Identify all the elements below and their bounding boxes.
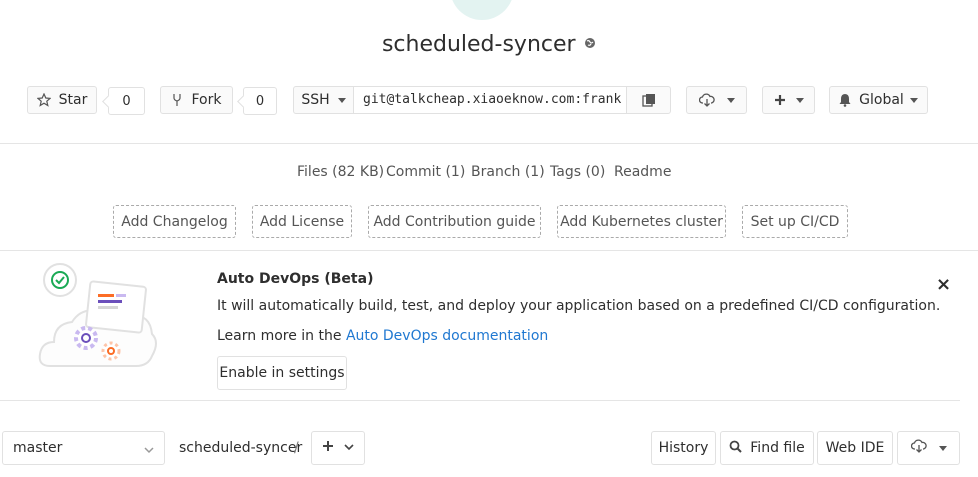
fork-button[interactable]: Fork [160, 86, 233, 114]
globe-icon [584, 37, 596, 53]
plus-icon [774, 94, 786, 106]
add-changelog-button[interactable]: Add Changelog [113, 205, 236, 238]
clone-url-input[interactable]: git@talkcheap.xiaoeknow.com:frank [353, 86, 627, 114]
add-kubernetes-cluster-button[interactable]: Add Kubernetes cluster [557, 205, 726, 238]
autodevops-illustration [36, 262, 161, 378]
history-label: History [658, 440, 709, 456]
breadcrumb-separator: / [294, 440, 299, 456]
setup-cicd-button[interactable]: Set up CI/CD [742, 205, 848, 238]
project-title: scheduled-syncer [381, 32, 576, 57]
notification-label: Global [859, 92, 904, 108]
divider [0, 250, 978, 251]
search-icon [729, 440, 742, 457]
add-kubernetes-label: Add Kubernetes cluster [560, 213, 723, 230]
branch-select[interactable]: master [2, 431, 165, 465]
plus-icon [322, 440, 334, 456]
web-ide-label: Web IDE [825, 440, 885, 456]
add-license-label: Add License [259, 213, 345, 230]
add-to-tree-dropdown[interactable] [311, 431, 365, 465]
branch-select-value: master [13, 440, 63, 456]
divider [0, 143, 978, 144]
star-count-value: 0 [122, 93, 131, 109]
chevron-down-icon [144, 443, 154, 459]
breadcrumb-project[interactable]: scheduled-syncer [179, 440, 302, 456]
fork-icon [172, 93, 182, 107]
stat-readme[interactable]: Readme [614, 164, 671, 180]
chevron-down-icon [795, 97, 804, 103]
enable-in-settings-button[interactable]: Enable in settings [217, 356, 347, 390]
chevron-down-icon [938, 445, 947, 451]
fork-label: Fork [191, 92, 222, 108]
clone-protocol-label: SSH [301, 92, 330, 108]
fork-count[interactable]: 0 [243, 87, 277, 115]
stat-commits[interactable]: Commit (1) [386, 164, 465, 180]
autodevops-title: Auto DevOps (Beta) [217, 271, 374, 287]
autodevops-docs-link[interactable]: Auto DevOps documentation [346, 328, 548, 344]
autodevops-description: It will automatically build, test, and d… [217, 298, 941, 314]
web-ide-button[interactable]: Web IDE [817, 431, 893, 465]
learn-more-prefix: Learn more in the [217, 328, 346, 344]
copy-icon [641, 93, 656, 107]
star-count[interactable]: 0 [108, 87, 145, 115]
stat-files[interactable]: Files (82 KB) [297, 164, 384, 180]
star-label: Star [58, 92, 88, 108]
fork-count-value: 0 [255, 93, 265, 109]
copy-url-button[interactable] [626, 86, 671, 114]
stat-tags[interactable]: Tags (0) [550, 164, 605, 180]
notification-dropdown[interactable]: Global [829, 86, 928, 114]
chevron-down-icon [344, 440, 354, 456]
setup-cicd-label: Set up CI/CD [750, 213, 840, 230]
cloud-download-icon [910, 439, 927, 457]
chevron-down-icon [726, 97, 735, 103]
add-license-button[interactable]: Add License [252, 205, 352, 238]
bell-icon [839, 93, 851, 107]
divider [0, 400, 960, 401]
close-icon[interactable]: × [936, 276, 951, 294]
add-contribution-guide-button[interactable]: Add Contribution guide [368, 205, 541, 238]
stat-branches[interactable]: Branch (1) [471, 164, 545, 180]
download-dropdown[interactable] [897, 431, 960, 465]
project-avatar [450, 0, 514, 20]
new-item-dropdown[interactable] [762, 86, 815, 114]
find-file-button[interactable]: Find file [720, 431, 814, 465]
autodevops-learn-more: Learn more in the Auto DevOps documentat… [217, 328, 548, 344]
enable-in-settings-label: Enable in settings [219, 365, 345, 381]
star-button[interactable]: Star [27, 86, 97, 114]
history-button[interactable]: History [651, 431, 716, 465]
star-icon [36, 93, 51, 107]
cloud-download-icon [698, 93, 715, 107]
download-dropdown[interactable] [686, 86, 747, 114]
find-file-label: Find file [750, 440, 805, 456]
chevron-down-icon [909, 97, 918, 103]
clone-protocol-dropdown[interactable]: SSH [293, 86, 354, 114]
chevron-down-icon [337, 97, 346, 103]
add-contribution-label: Add Contribution guide [373, 213, 536, 230]
add-changelog-label: Add Changelog [121, 213, 228, 230]
project-title-row: scheduled-syncer [0, 32, 978, 57]
